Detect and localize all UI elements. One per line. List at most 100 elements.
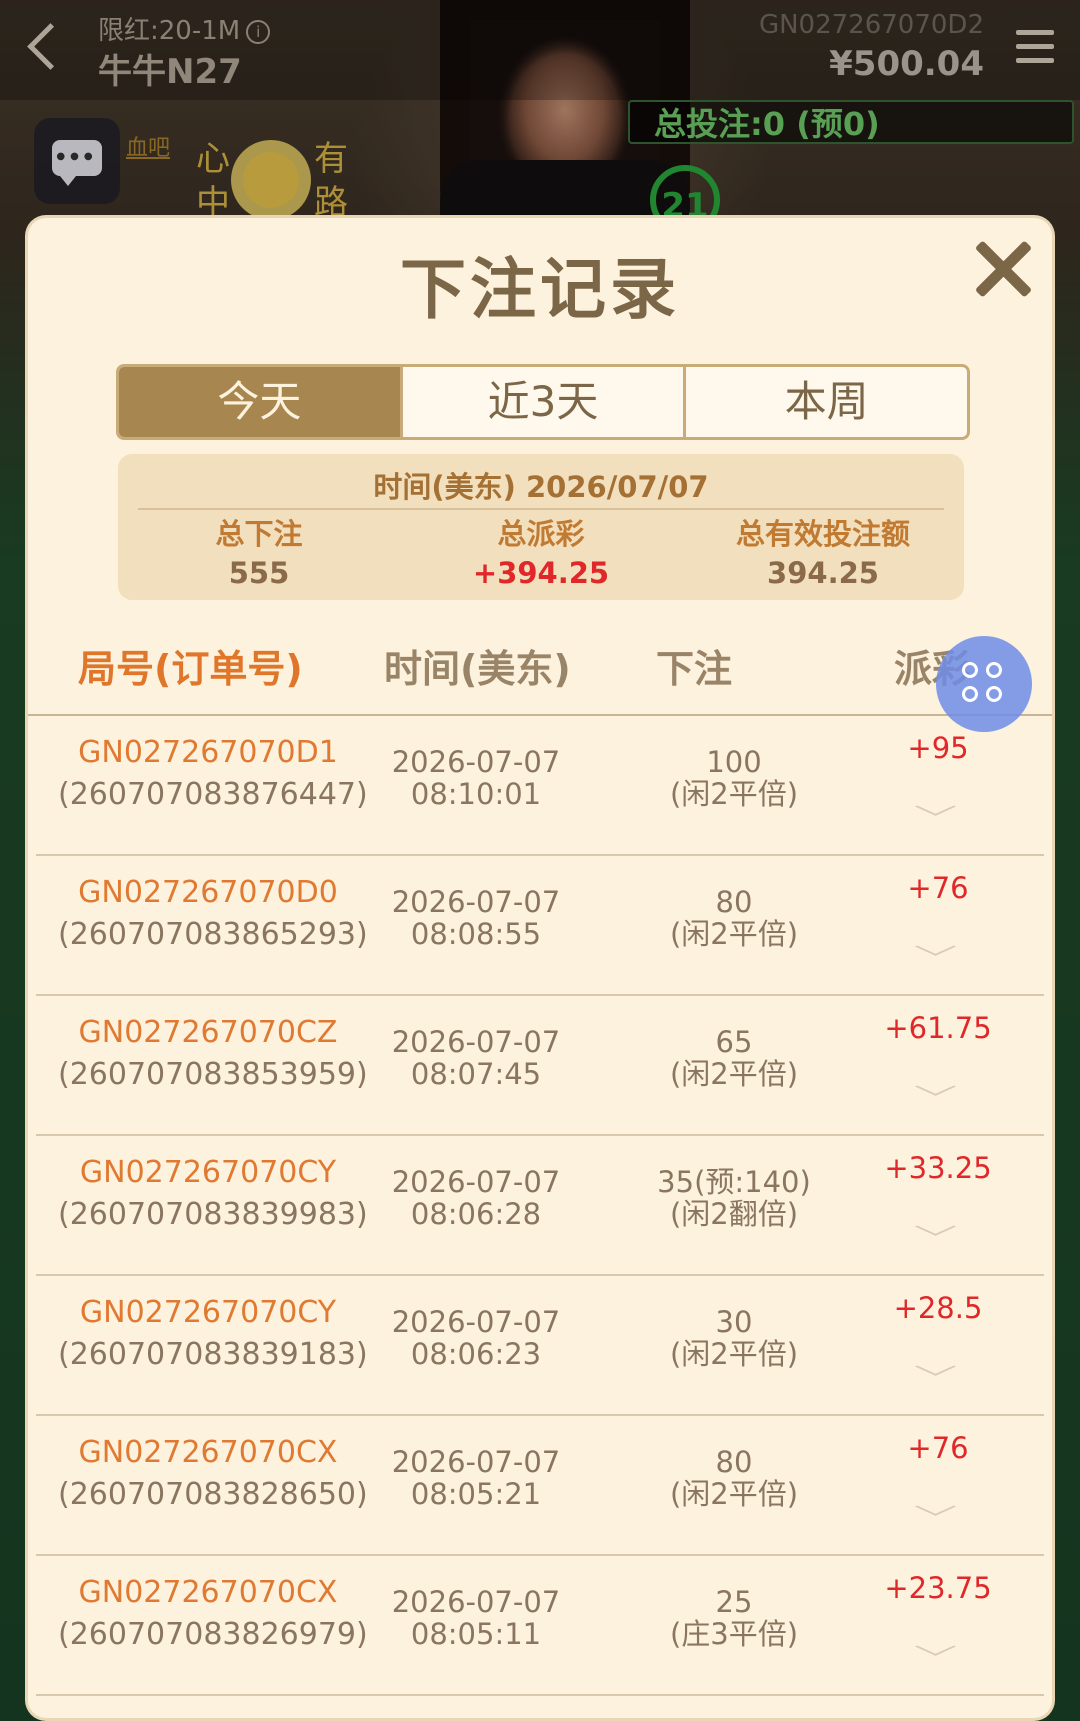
bet-cell: 35(预:140) (闲2翻倍)	[624, 1166, 844, 1230]
bet-date: 2026-07-07	[391, 1305, 561, 1339]
bet-cell: 80 (闲2平倍)	[624, 886, 844, 950]
tab-this-week[interactable]: 本周	[686, 367, 967, 437]
bet-type: (闲2平倍)	[669, 1057, 799, 1091]
bet-type: (闲2翻倍)	[669, 1197, 799, 1231]
bet-date: 2026-07-07	[391, 1025, 561, 1059]
table-row[interactable]: GN027267070D0 (260707083865293) 2026-07-…	[36, 856, 1044, 996]
time-cell: 2026-07-07 08:06:28	[376, 1166, 576, 1230]
bet-type: (闲2平倍)	[669, 1337, 799, 1371]
summary-panel: 时间(美东) 2026/07/07 总下注 555 总派彩 +394.25 总有…	[118, 454, 964, 600]
bet-amount: 30	[715, 1305, 753, 1339]
chevron-down-icon[interactable]	[921, 932, 951, 962]
time-cell: 2026-07-07 08:08:55	[376, 886, 576, 950]
bet-amount: 35(预:140)	[657, 1165, 811, 1199]
chevron-down-icon[interactable]	[921, 1632, 951, 1662]
bet-time: 08:06:23	[410, 1337, 542, 1371]
bet-time: 08:05:21	[410, 1477, 542, 1511]
round-number: GN027267070CX	[78, 1575, 338, 1610]
payout-value: +61.75	[884, 1011, 992, 1045]
chevron-down-icon[interactable]	[921, 1492, 951, 1522]
bet-date: 2026-07-07	[391, 745, 561, 779]
round-number: GN027267070CY	[79, 1295, 337, 1330]
payout-value: +76	[907, 871, 969, 905]
payout-value: +28.5	[893, 1291, 983, 1325]
round-number: GN027267070CY	[79, 1155, 337, 1190]
bet-cell: 100 (闲2平倍)	[624, 746, 844, 810]
summary-total-bet-label: 总下注	[215, 517, 303, 551]
summary-total-payout-value: +394.25	[472, 556, 610, 590]
column-header-time: 时间(美东)	[384, 647, 571, 691]
summary-valid-bet: 总有效投注额 394.25	[682, 514, 964, 592]
chevron-down-icon[interactable]	[921, 792, 951, 822]
bet-cell: 80 (闲2平倍)	[624, 1446, 844, 1510]
order-cell: GN027267070CX (260707083828650)	[58, 1432, 368, 1516]
summary-valid-bet-value: 394.25	[767, 556, 879, 590]
table-row[interactable]: GN027267070CX (260707083828650) 2026-07-…	[36, 1416, 1044, 1556]
bet-date: 2026-07-07	[391, 1585, 561, 1619]
bet-time: 08:08:55	[410, 917, 542, 951]
bet-amount: 25	[715, 1585, 753, 1619]
table-row[interactable]: GN027267070CY (260707083839983) 2026-07-…	[36, 1136, 1044, 1276]
bet-date: 2026-07-07	[391, 1165, 561, 1199]
bet-amount: 65	[715, 1025, 753, 1059]
bet-type: (闲2平倍)	[669, 917, 799, 951]
chevron-down-icon[interactable]	[921, 1352, 951, 1382]
order-number: (260707083828650)	[58, 1477, 368, 1512]
payout-value: +33.25	[884, 1151, 992, 1185]
round-number: GN027267070D1	[78, 735, 338, 770]
table-row[interactable]: GN027267070CZ (260707083853959) 2026-07-…	[36, 996, 1044, 1136]
modal-title: 下注记录	[400, 251, 680, 328]
bet-type: (庄3平倍)	[669, 1617, 799, 1651]
bet-type: (闲2平倍)	[669, 1477, 799, 1511]
bet-amount: 80	[715, 885, 753, 919]
column-header-order: 局号(订单号)	[78, 647, 303, 691]
order-number: (260707083839183)	[58, 1337, 368, 1372]
bet-time: 08:10:01	[410, 777, 542, 811]
grid-icon	[962, 662, 1006, 706]
close-icon[interactable]	[966, 232, 1038, 304]
floating-assist-button[interactable]	[936, 636, 1032, 732]
bet-time: 08:05:11	[410, 1617, 542, 1651]
date-range-tabs: 今天 近3天 本周	[116, 364, 970, 440]
order-number: (260707083826979)	[58, 1617, 368, 1652]
time-cell: 2026-07-07 08:10:01	[376, 746, 576, 810]
payout-value: +95	[907, 731, 969, 765]
order-cell: GN027267070CX (260707083826979)	[58, 1572, 368, 1656]
bet-date: 2026-07-07	[391, 1445, 561, 1479]
bet-date: 2026-07-07	[391, 885, 561, 919]
table-row[interactable]: GN027267070CY (260707083839183) 2026-07-…	[36, 1276, 1044, 1416]
order-number: (260707083876447)	[58, 777, 368, 812]
summary-total-payout: 总派彩 +394.25	[400, 514, 682, 592]
bet-records-modal: 下注记录 今天 近3天 本周 时间(美东) 2026/07/07 总下注 555…	[28, 218, 1052, 1718]
order-number: (260707083865293)	[58, 917, 368, 952]
chevron-down-icon[interactable]	[921, 1212, 951, 1242]
order-number: (260707083839983)	[58, 1197, 368, 1232]
tab-today[interactable]: 今天	[119, 367, 403, 437]
order-cell: GN027267070CY (260707083839983)	[58, 1152, 368, 1236]
bet-amount: 100	[706, 745, 762, 779]
table-row[interactable]: GN027267070D1 (260707083876447) 2026-07-…	[36, 716, 1044, 856]
summary-total-bet-value: 555	[228, 556, 290, 590]
order-cell: GN027267070CZ (260707083853959)	[58, 1012, 368, 1096]
bet-cell: 25 (庄3平倍)	[624, 1586, 844, 1650]
table-header: 局号(订单号) 时间(美东) 下注 派彩	[28, 624, 1052, 716]
bet-time: 08:07:45	[410, 1057, 542, 1091]
order-number: (260707083853959)	[58, 1057, 368, 1092]
payout-value: +76	[907, 1431, 969, 1465]
summary-date: 时间(美东) 2026/07/07	[373, 470, 709, 504]
bet-cell: 30 (闲2平倍)	[624, 1306, 844, 1370]
order-cell: GN027267070D1 (260707083876447)	[58, 732, 368, 816]
summary-valid-bet-label: 总有效投注额	[735, 517, 910, 551]
bet-cell: 65 (闲2平倍)	[624, 1026, 844, 1090]
bet-amount: 80	[715, 1445, 753, 1479]
tab-last-3-days[interactable]: 近3天	[403, 367, 687, 437]
table-row[interactable]: GN027267070CX (260707083826979) 2026-07-…	[36, 1556, 1044, 1696]
column-header-bet: 下注	[656, 647, 733, 691]
time-cell: 2026-07-07 08:05:11	[376, 1586, 576, 1650]
payout-value: +23.75	[884, 1571, 992, 1605]
order-cell: GN027267070CY (260707083839183)	[58, 1292, 368, 1376]
round-number: GN027267070CX	[78, 1435, 338, 1470]
round-number: GN027267070D0	[78, 875, 338, 910]
chevron-down-icon[interactable]	[921, 1072, 951, 1102]
time-cell: 2026-07-07 08:06:23	[376, 1306, 576, 1370]
